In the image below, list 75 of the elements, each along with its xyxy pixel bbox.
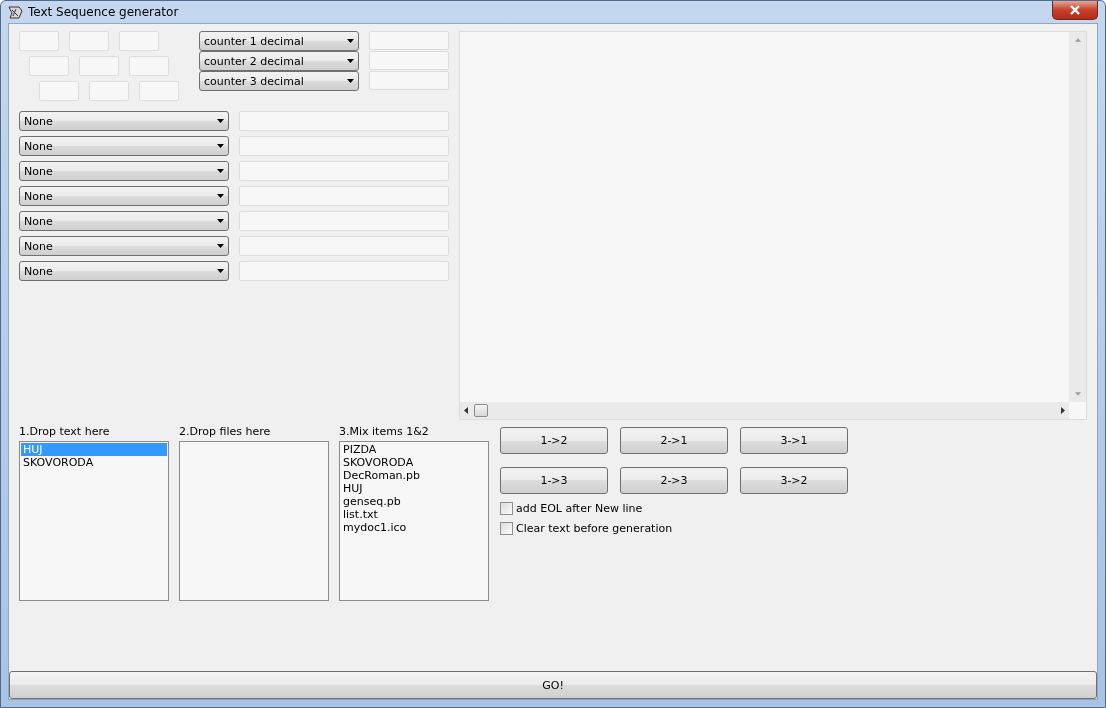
- list-item[interactable]: DecRoman.pb: [341, 469, 487, 482]
- close-icon: [1069, 5, 1081, 15]
- app-icon: [8, 5, 24, 19]
- input-field[interactable]: [239, 236, 449, 256]
- go-button[interactable]: GO!: [9, 671, 1097, 699]
- list-box[interactable]: HUJ SKOVORODA: [19, 441, 169, 601]
- list-item[interactable]: PIZDA: [341, 443, 487, 456]
- input-field[interactable]: [369, 51, 449, 70]
- caret-icon: [347, 79, 354, 83]
- checkbox[interactable]: [500, 501, 513, 515]
- input-field[interactable]: [39, 81, 79, 101]
- horizontal-scrollbar[interactable]: [460, 402, 1069, 419]
- counter-dropdown[interactable]: counter 2 decimal: [199, 51, 359, 71]
- caret-icon: [217, 269, 224, 273]
- caret-icon: [217, 144, 224, 148]
- transfer-button[interactable]: 1->2: [500, 427, 608, 454]
- caret-icon: [217, 194, 224, 198]
- list-item[interactable]: list.txt: [341, 508, 487, 521]
- type-dropdown[interactable]: None: [19, 111, 229, 131]
- list-item[interactable]: mydoc1.ico: [341, 521, 487, 534]
- list-item[interactable]: genseq.pb: [341, 495, 487, 508]
- list-label: 1.Drop text here: [19, 424, 110, 439]
- type-dropdown[interactable]: None: [19, 261, 229, 281]
- counter-dropdown[interactable]: counter 3 decimal: [199, 71, 359, 91]
- input-field[interactable]: [369, 31, 449, 50]
- checkbox-label: Clear text before generation: [516, 521, 673, 535]
- down-arrow-icon: [1074, 392, 1081, 396]
- input-field[interactable]: [239, 211, 449, 231]
- checkbox[interactable]: [500, 521, 513, 535]
- input-field[interactable]: [239, 136, 449, 156]
- input-field[interactable]: [239, 186, 449, 206]
- input-field[interactable]: [119, 31, 159, 51]
- transfer-button[interactable]: 3->2: [740, 467, 848, 494]
- input-field[interactable]: [129, 56, 169, 76]
- input-field[interactable]: [89, 81, 129, 101]
- window-title: Text Sequence generator: [28, 5, 179, 19]
- caret-icon: [217, 219, 224, 223]
- input-field[interactable]: [29, 56, 69, 76]
- transfer-button[interactable]: 3->1: [740, 427, 848, 454]
- type-dropdown[interactable]: None: [19, 186, 229, 206]
- input-field[interactable]: [369, 71, 449, 90]
- up-arrow-icon: [1074, 38, 1081, 42]
- caret-icon: [217, 119, 224, 123]
- list-item[interactable]: HUJ: [341, 482, 487, 495]
- caret-icon: [217, 169, 224, 173]
- input-field[interactable]: [79, 56, 119, 76]
- list-item[interactable]: SKOVORODA: [21, 456, 167, 469]
- input-field[interactable]: [239, 111, 449, 131]
- input-field[interactable]: [239, 161, 449, 181]
- counter-dropdown[interactable]: counter 1 decimal: [199, 31, 359, 51]
- caret-icon: [217, 244, 224, 248]
- list-label: 2.Drop files here: [179, 424, 271, 439]
- type-dropdown[interactable]: None: [19, 161, 229, 181]
- type-dropdown[interactable]: None: [19, 236, 229, 256]
- checkbox-label: add EOL after New line: [516, 501, 643, 515]
- list-item[interactable]: SKOVORODA: [341, 456, 487, 469]
- type-dropdown[interactable]: None: [19, 211, 229, 231]
- right-arrow-icon: [1061, 407, 1065, 414]
- input-field[interactable]: [139, 81, 179, 101]
- close-button[interactable]: [1052, 1, 1098, 20]
- list-label: 3.Mix items 1&2: [339, 424, 429, 439]
- input-field[interactable]: [69, 31, 109, 51]
- transfer-button[interactable]: 2->3: [620, 467, 728, 494]
- transfer-button[interactable]: 2->1: [620, 427, 728, 454]
- caret-icon: [347, 39, 354, 43]
- vertical-scrollbar[interactable]: [1069, 32, 1086, 402]
- list-box[interactable]: [179, 441, 329, 601]
- input-field[interactable]: [239, 261, 449, 281]
- caret-icon: [347, 59, 354, 63]
- scroll-thumb[interactable]: [474, 404, 488, 417]
- left-arrow-icon: [464, 407, 468, 414]
- input-field[interactable]: [19, 31, 59, 51]
- type-dropdown[interactable]: None: [19, 136, 229, 156]
- transfer-button[interactable]: 1->3: [500, 467, 608, 494]
- list-box[interactable]: PIZDA SKOVORODA DecRoman.pb HUJ genseq.pb list.txt mydoc1.ico: [339, 441, 489, 601]
